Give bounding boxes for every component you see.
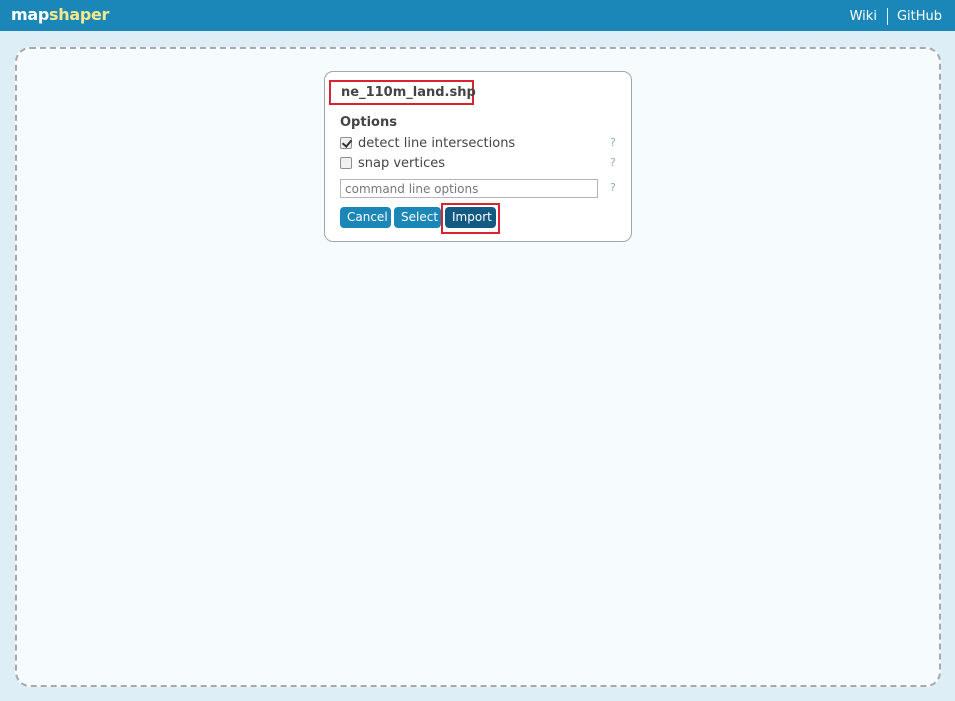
nav-divider — [886, 8, 888, 25]
option-snap-vertices[interactable]: snap vertices — [340, 155, 445, 171]
import-dialog: ne_110m_land.shp Options detect line int… — [324, 71, 632, 242]
mapshaper-logo[interactable]: mapshaper — [11, 5, 109, 25]
option-detect-intersections[interactable]: detect line intersections — [340, 135, 515, 151]
detect-intersections-help-icon[interactable]: ? — [610, 136, 616, 149]
command-options-help-icon[interactable]: ? — [610, 181, 616, 194]
top-bar: mapshaper Wiki GitHub — [0, 0, 955, 31]
command-line-options-input[interactable] — [340, 179, 598, 198]
select-button[interactable]: Select — [394, 207, 441, 228]
detect-intersections-label[interactable]: detect line intersections — [358, 136, 515, 151]
import-button[interactable]: Import — [445, 207, 496, 228]
cancel-button[interactable]: Cancel — [340, 207, 391, 228]
snap-vertices-label[interactable]: snap vertices — [358, 156, 445, 171]
options-heading: Options — [340, 115, 397, 130]
logo-part-map: map — [11, 5, 50, 24]
wiki-link[interactable]: Wiki — [850, 9, 877, 25]
snap-vertices-checkbox[interactable] — [340, 157, 352, 169]
detect-intersections-checkbox[interactable] — [340, 137, 352, 149]
top-nav: Wiki GitHub — [850, 8, 942, 25]
snap-vertices-help-icon[interactable]: ? — [610, 156, 616, 169]
filename-highlight: ne_110m_land.shp — [329, 80, 476, 105]
logo-part-shaper: shaper — [49, 5, 110, 24]
import-filename: ne_110m_land.shp — [341, 85, 476, 100]
github-link[interactable]: GitHub — [897, 9, 942, 25]
